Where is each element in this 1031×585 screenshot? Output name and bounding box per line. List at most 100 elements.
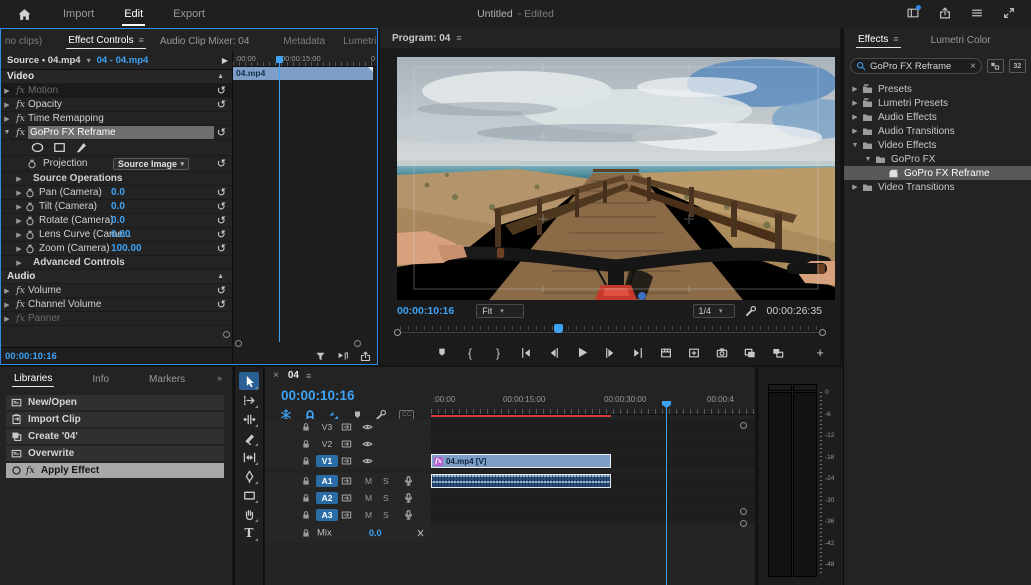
sync-lock-icon[interactable] [341,493,352,504]
mute-button[interactable]: M [365,510,372,520]
fullscreen-button[interactable] [1003,7,1015,22]
accelerated-effects-badge[interactable] [987,59,1004,73]
track-header-a1[interactable]: A1MS [265,473,431,489]
rect-mask-icon[interactable] [53,141,66,154]
track-content-v1[interactable]: fx04.mp4 [V] [431,453,755,469]
scrollbar-handle[interactable] [819,329,826,336]
mic-icon[interactable] [403,510,414,521]
tab-no-clips-[interactable]: no clips) [3,32,44,49]
nav-tab-edit[interactable]: Edit [122,2,145,26]
selection-tool[interactable] [239,372,259,390]
chevron-right-icon[interactable]: ▶ [850,113,860,121]
reset-parameter-icon[interactable]: ↺ [217,300,226,310]
tab-libraries[interactable]: Libraries [12,369,54,387]
pen-mask-icon[interactable] [75,141,88,154]
tree-item-audio-effects[interactable]: ▶Audio Effects [844,110,1031,124]
chevron-down-icon[interactable]: ▾ [87,56,91,65]
eye-icon[interactable] [362,422,373,433]
tab-effects[interactable]: Effects≡ [856,30,901,48]
track-content-a1[interactable] [431,473,755,489]
eye-icon[interactable] [362,456,373,467]
export-icon[interactable] [360,350,371,362]
settings-wrench-icon[interactable] [745,305,757,317]
program-playhead[interactable] [554,324,563,333]
effect-row-volume[interactable]: ▶fxVolume↺ [1,284,232,298]
mark-in-button[interactable]: { [463,346,477,360]
sync-lock-icon[interactable] [341,439,352,450]
close-icon[interactable]: × [273,370,279,381]
sync-lock-icon[interactable] [341,510,352,521]
chevron-right-icon[interactable]: ▶ [13,175,25,183]
chevron-right-icon[interactable]: ▶ [13,189,25,197]
projection-select[interactable]: Source Image▾ [113,158,189,170]
mini-timeline-playhead[interactable] [279,61,280,342]
chevron-down-icon[interactable]: ▼ [1,129,13,136]
track-header-v3[interactable]: V3 [265,419,431,435]
search-input[interactable] [870,61,970,72]
chevron-right-icon[interactable]: ▶ [1,301,13,309]
tab-audio-clip-mixer-04[interactable]: Audio Clip Mixer: 04 [158,32,251,49]
track-content-a3[interactable] [431,507,755,523]
lock-icon[interactable] [301,528,311,538]
zoom-level-select[interactable]: Fit ▾ [476,304,524,318]
stopwatch-icon[interactable] [25,188,35,198]
mix-value[interactable]: 0.0 [369,528,382,538]
reset-parameter-icon[interactable]: ↺ [217,128,226,138]
action-overwrite[interactable]: Overwrite [6,446,224,461]
clear-search-icon[interactable]: × [970,61,976,72]
effect-row-time-remapping[interactable]: ▶fxTime Remapping [1,112,232,126]
overflow-chevrons-icon[interactable]: » [217,373,222,383]
tab-effect-controls[interactable]: Effect Controls≡ [66,31,146,49]
add-marker-button[interactable] [435,346,449,360]
scrollbar-handle[interactable] [740,508,747,515]
export-frame-button[interactable] [715,346,729,360]
reset-parameter-icon[interactable]: ↺ [217,286,226,296]
track-target-a1[interactable]: A1 [316,475,338,487]
program-timecode[interactable]: 00:00:10:16 [397,305,454,317]
tab-lumetri-color[interactable]: Lumetri Color [929,31,993,48]
action-import-clip[interactable]: Import Clip [6,412,224,427]
lock-icon[interactable] [301,510,311,520]
fx-badge-icon[interactable]: fx [13,313,28,324]
fx-badge-icon[interactable]: fx [13,285,28,296]
effects-search-field[interactable]: × [850,58,982,74]
keyframe-nav-icon[interactable] [415,528,426,539]
reset-parameter-icon[interactable]: ↺ [217,100,226,110]
stopwatch-icon[interactable] [25,244,35,254]
sync-lock-icon[interactable] [341,456,352,467]
effect-row-masks[interactable] [1,140,232,156]
mini-timeline-ruler[interactable]: :00:00 00:00:15:00 0 [233,51,377,67]
tree-item-audio-transitions[interactable]: ▶Audio Transitions [844,124,1031,138]
sync-lock-icon[interactable] [341,476,352,487]
effect-row-source-operations[interactable]: ▶Source Operations [1,172,232,186]
stopwatch-icon[interactable] [25,216,35,226]
panel-menu-icon[interactable]: ≡ [139,35,144,45]
hand-tool[interactable] [239,505,259,523]
mute-button[interactable]: M [365,493,372,503]
lift-button[interactable] [659,346,673,360]
effect-row-channel-volume[interactable]: ▶fxChannel Volume↺ [1,298,232,312]
tab-info[interactable]: Info [90,370,111,387]
track-header-a2[interactable]: A2MS [265,490,431,506]
tree-item-gopro-fx-reframe[interactable]: GoPro FX Reframe [844,166,1031,180]
chevron-right-icon[interactable]: ▶ [1,115,13,123]
chevron-down-icon[interactable]: ▼ [850,142,860,149]
lock-icon[interactable] [301,456,311,466]
param-value[interactable]: 100.00 [111,243,142,254]
scrollbar-handle[interactable] [235,340,242,347]
program-scrubber[interactable] [394,322,826,336]
sync-lock-icon[interactable] [341,422,352,433]
stopwatch-icon[interactable] [27,159,37,169]
comparison-view-button[interactable] [743,346,757,360]
video-clip-04[interactable]: fx04.mp4 [V] [431,454,611,468]
multi-view-button[interactable] [771,346,785,360]
play-audio-icon[interactable] [337,350,349,362]
tab-metadata[interactable]: Metadata [281,32,327,49]
audio-clip-04[interactable] [431,474,611,488]
play-button[interactable] [575,346,589,360]
filter-icon[interactable] [315,350,326,362]
mute-button[interactable]: M [365,476,372,486]
effect-row-projection[interactable]: ProjectionSource Image▾↺ [1,156,232,172]
track-content-a2[interactable] [431,490,755,506]
chevron-right-icon[interactable]: ▶ [850,183,860,191]
